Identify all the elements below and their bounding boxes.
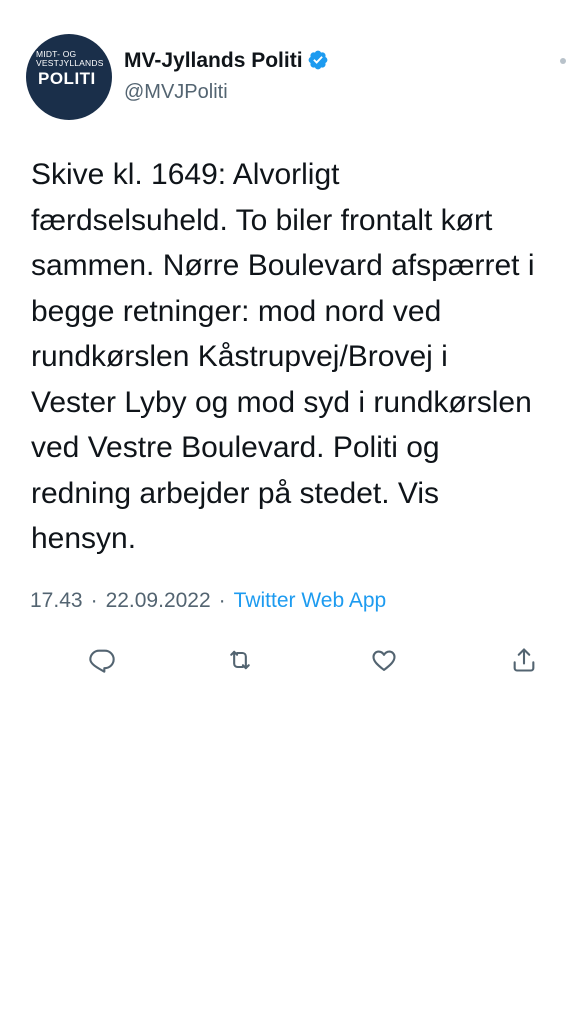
tweet-source[interactable]: Twitter Web App	[234, 589, 387, 612]
tweet-date[interactable]: 22.09.2022	[106, 589, 211, 612]
more-options-icon[interactable]	[560, 58, 566, 64]
tweet-actions	[0, 640, 576, 680]
avatar-title: POLITI	[38, 69, 96, 88]
like-icon	[372, 650, 396, 671]
share-button[interactable]	[504, 640, 544, 680]
reply-icon	[89, 649, 115, 673]
like-button[interactable]	[364, 640, 404, 680]
tweet-header: MIDT- OG VESTJYLLANDS POLITI MV-Jyllands…	[26, 34, 566, 120]
share-icon	[513, 648, 535, 672]
display-name[interactable]: MV-Jyllands Politi	[124, 49, 303, 72]
tweet-meta: 17.43 · 22.09.2022 · Twitter Web App	[30, 589, 386, 613]
meta-separator: ·	[90, 589, 98, 612]
retweet-icon	[230, 650, 250, 670]
avatar-subtitle: MIDT- OG VESTJYLLANDS	[36, 49, 104, 68]
retweet-button[interactable]	[220, 640, 260, 680]
display-name-row[interactable]: MV-Jyllands Politi	[124, 49, 329, 73]
tweet: MIDT- OG VESTJYLLANDS POLITI MV-Jyllands…	[0, 0, 576, 1024]
verified-badge-icon	[308, 50, 327, 70]
reply-button[interactable]	[82, 640, 122, 680]
tweet-text: Skive kl. 1649: Alvorligt færdselsuheld.…	[31, 158, 535, 555]
tweet-time[interactable]: 17.43	[30, 589, 83, 612]
meta-separator: ·	[218, 589, 226, 612]
avatar[interactable]: MIDT- OG VESTJYLLANDS POLITI	[26, 34, 112, 120]
user-handle[interactable]: @MVJPoliti	[124, 81, 228, 104]
